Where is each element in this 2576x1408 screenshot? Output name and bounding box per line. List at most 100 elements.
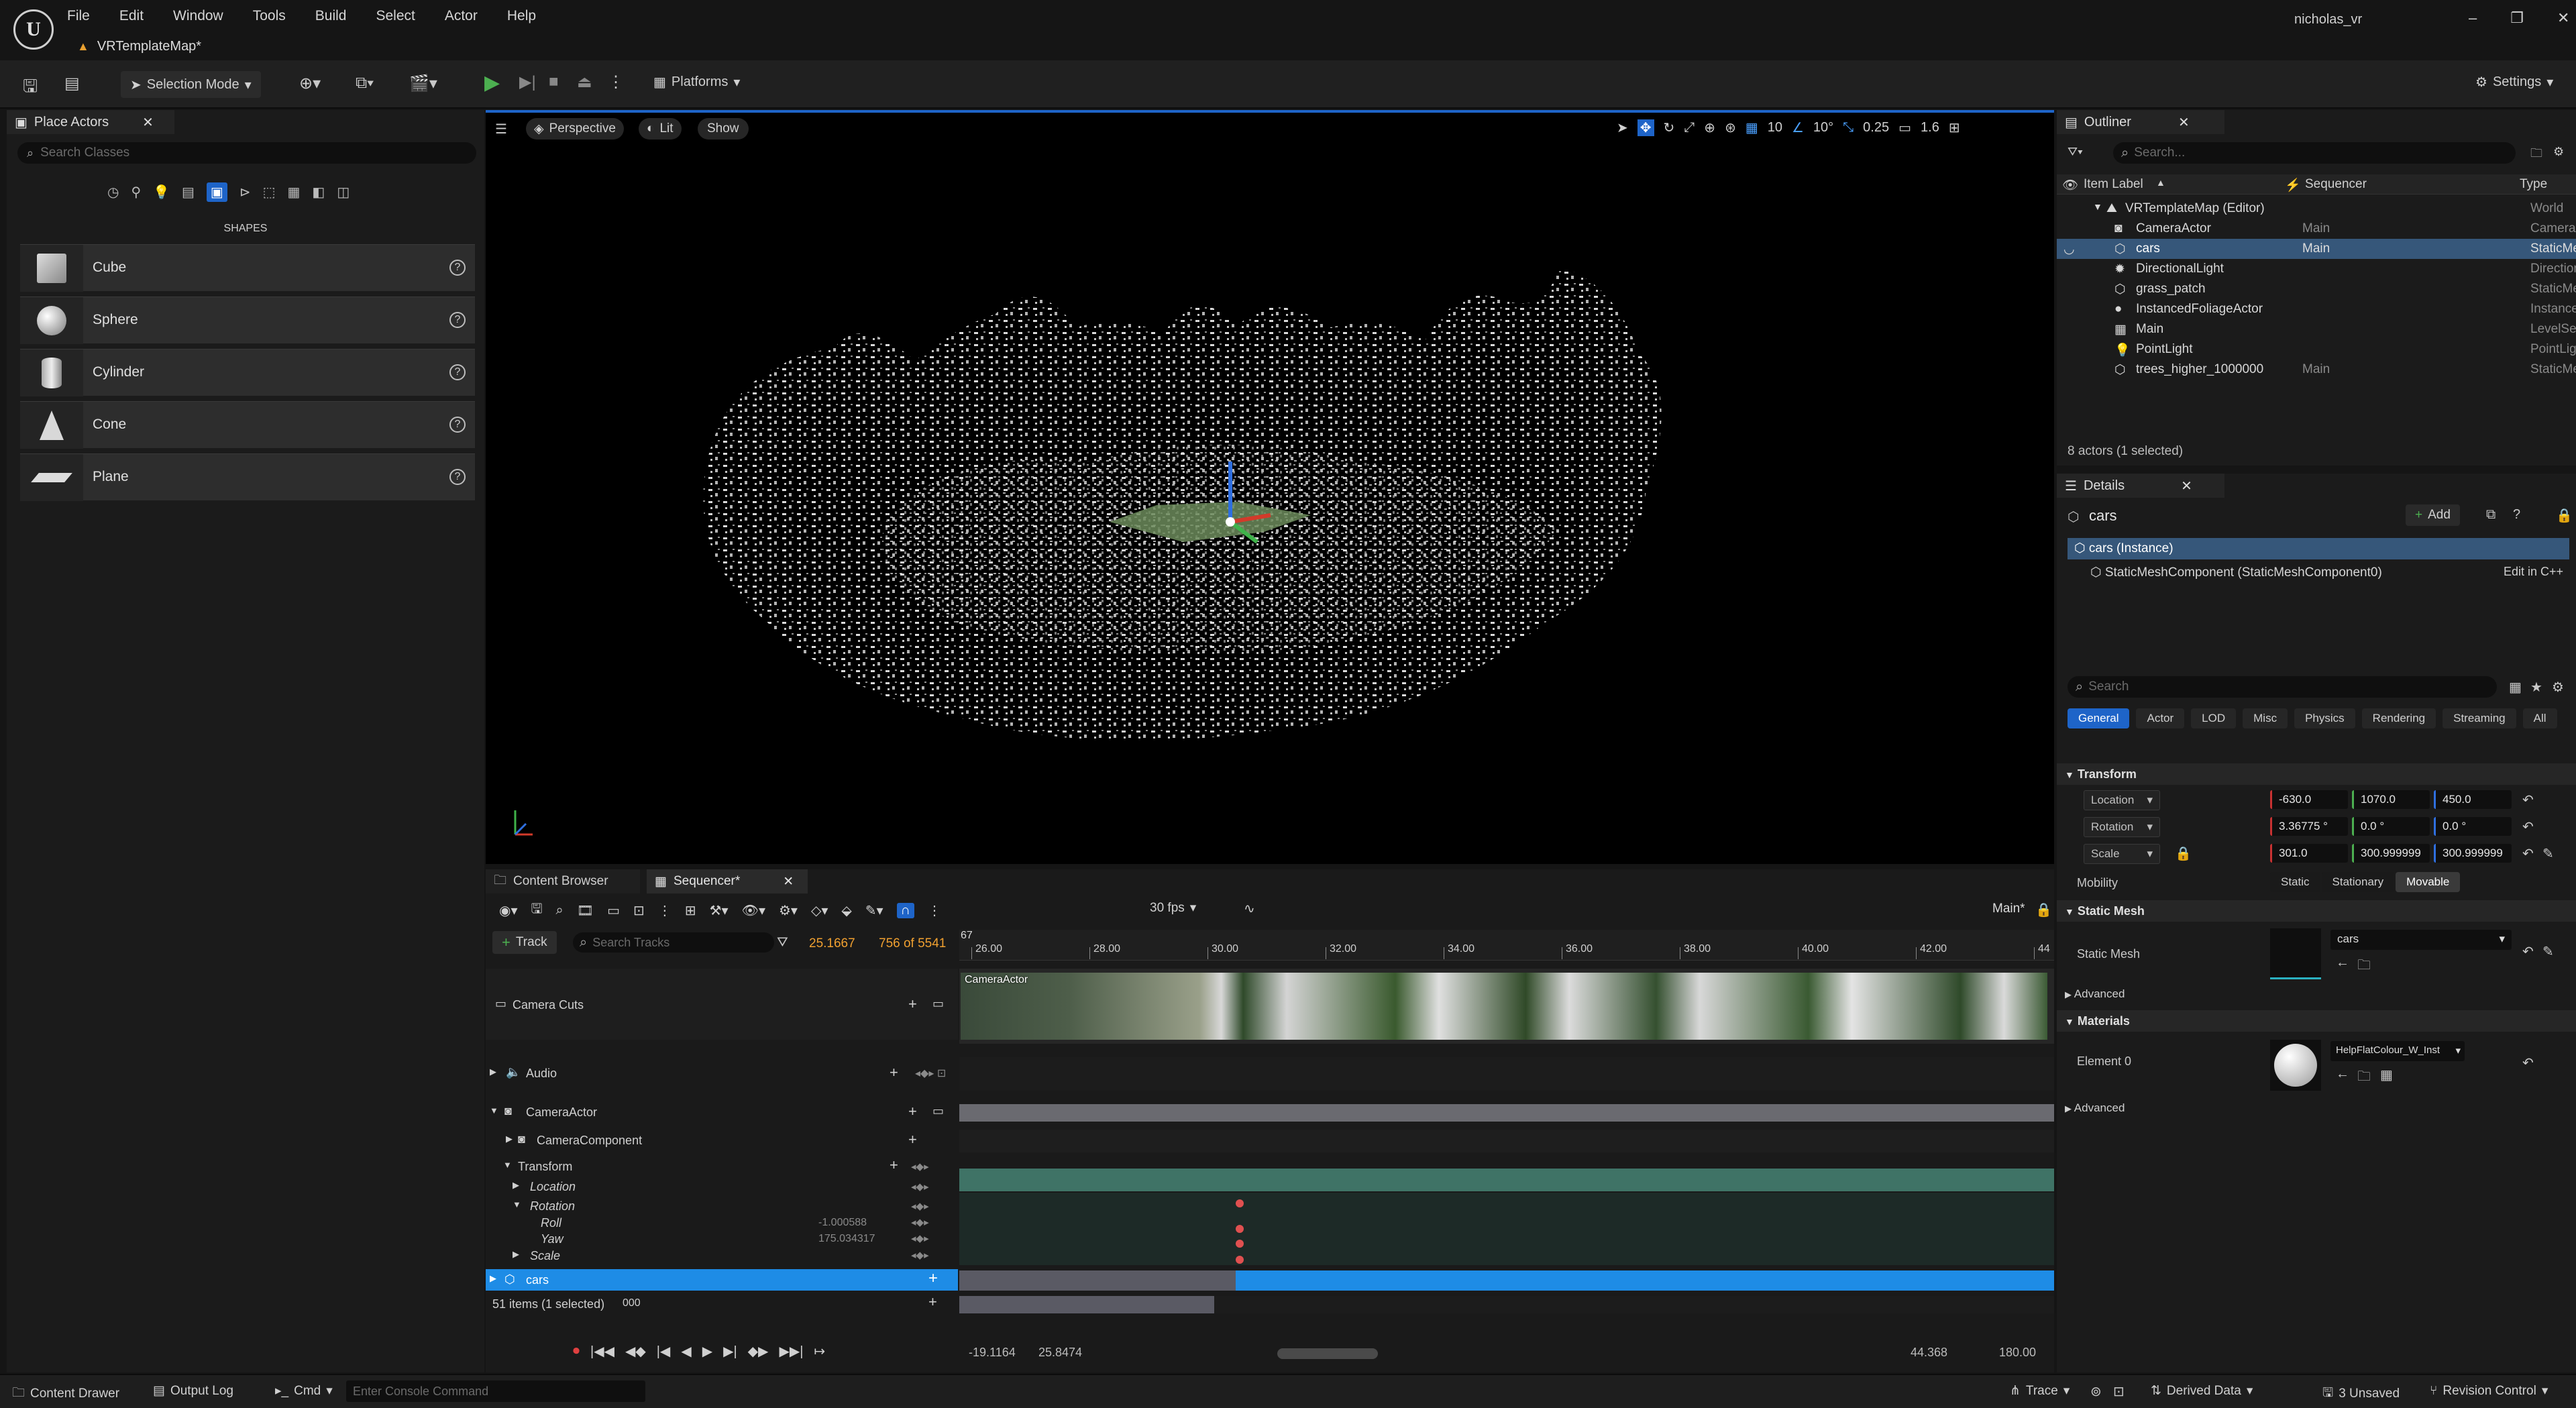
fps-dropdown[interactable]: 30 fps ▾ — [1150, 900, 1196, 916]
static-mesh-section-header[interactable]: ▼ Static Mesh — [2057, 900, 2576, 922]
timeline-scrollbar[interactable] — [1277, 1348, 1378, 1359]
place-item-cylinder[interactable]: Cylinder ? — [20, 349, 475, 396]
track-roll[interactable]: Roll -1.000588 ◂◆▸ — [486, 1214, 958, 1230]
reset-icon[interactable]: ↶ — [2522, 818, 2534, 835]
outliner-row-directionallight[interactable]: ✹ DirectionalLight DirectionalLight — [2057, 259, 2576, 279]
track-yaw[interactable]: Yaw 175.034317 ◂◆▸ — [486, 1230, 958, 1246]
help-icon[interactable]: ? — [2513, 507, 2520, 523]
texture-icon[interactable]: ▦ — [2380, 1067, 2393, 1083]
reset-icon[interactable]: ↶ — [2522, 943, 2534, 960]
outliner-row-cars[interactable]: ◡ ⬡ cars Main StaticMeshActor — [2057, 239, 2576, 259]
render-icon[interactable]: 🎞 — [577, 902, 594, 919]
trace-dropdown[interactable]: ⋔ Trace ▾ — [2010, 1383, 2070, 1399]
revision-control-button[interactable]: ⑂ Revision Control ▾ — [2430, 1383, 2548, 1399]
view-out-value[interactable]: 44.368 — [1911, 1346, 1947, 1360]
tab-rendering[interactable]: Rendering — [2361, 708, 2436, 728]
prev-key-icon[interactable]: ◀◆ — [625, 1343, 646, 1360]
eject-icon[interactable]: ⏏ — [577, 72, 592, 92]
level-viewport[interactable]: ☰ ◈ Perspective ◐ Lit Show ➤ ✥ ↻ ⤢ ⊕ ⊛ ▦… — [486, 110, 2054, 864]
selection-mode-button[interactable]: ➤ Selection Mode ▾ — [121, 71, 261, 98]
mobility-movable[interactable]: Movable — [2396, 872, 2461, 892]
place-item-cone[interactable]: Cone ? — [20, 401, 475, 449]
yaw-value[interactable]: 175.034317 — [818, 1233, 875, 1245]
outliner-row-world[interactable]: ▼ ⛰ VRTemplateMap (Editor) World — [2057, 199, 2576, 219]
content-drawer-button[interactable]: 🗀 Content Drawer — [12, 1383, 119, 1405]
tab-general[interactable]: General — [2068, 708, 2130, 728]
track-audio[interactable]: ▶ 🔈 Audio + ◂◆▸ ⊡ — [486, 1057, 958, 1091]
menu-actor[interactable]: Actor — [445, 8, 478, 24]
key-nav-icon[interactable]: ◂◆▸ — [911, 1160, 929, 1173]
add-actor-icon[interactable]: ⊕▾ — [299, 74, 321, 93]
track-cars[interactable]: ▶ ⬡ cars + — [486, 1269, 958, 1291]
view-start-value[interactable]: -19.1164 — [969, 1346, 1016, 1360]
sequencer-tab[interactable]: ▦ Sequencer* ✕ — [647, 869, 808, 893]
rotation-y-field[interactable]: 0.0 ° — [2352, 817, 2430, 836]
location-z-field[interactable]: 450.0 — [2434, 790, 2512, 809]
key-diamond-icon[interactable]: ◇▾ — [811, 902, 828, 919]
console-input[interactable]: Enter Console Command — [346, 1380, 645, 1402]
tab-actor[interactable]: Actor — [2136, 708, 2185, 728]
play-icon[interactable]: ▶ — [484, 71, 500, 95]
menu-edit[interactable]: Edit — [119, 8, 144, 24]
outliner-row-cameraactor[interactable]: ◙ CameraActor Main CameraActor — [2057, 219, 2576, 239]
help-icon[interactable]: ? — [449, 260, 466, 276]
more-options-icon[interactable]: ⋮ — [608, 72, 624, 92]
play-icon[interactable]: ▶ — [702, 1343, 712, 1360]
search-tracks-input[interactable]: ⌕ Search Tracks — [573, 932, 774, 953]
add-icon[interactable]: + — [890, 1156, 898, 1174]
shapes-icon[interactable]: ▣ — [206, 182, 227, 202]
camera-cuts-lane[interactable]: CameraActor — [959, 969, 2054, 1044]
tab-misc[interactable]: Misc — [2243, 708, 2288, 728]
close-icon[interactable]: ✕ — [142, 114, 154, 131]
key-nav-icon[interactable]: ◂◆▸ — [911, 1181, 929, 1193]
time-ruler[interactable]: 67 26.00 28.00 30.00 32.00 34.00 36.00 38.00 40… — [959, 930, 2054, 961]
camera-icon[interactable]: ▭ — [607, 902, 620, 919]
browse-icon[interactable]: 🗀 — [2357, 955, 2371, 978]
unreal-logo-icon[interactable]: U — [13, 9, 54, 50]
lock-icon[interactable]: 🔒 — [2556, 507, 2573, 524]
col-type[interactable]: Type — [2520, 177, 2547, 192]
component-instance-row[interactable]: ⬡ cars (Instance) — [2068, 538, 2569, 559]
jump-start-icon[interactable]: |◀◀ — [590, 1343, 614, 1360]
mobility-stationary[interactable]: Stationary — [2321, 872, 2395, 892]
transform-section-header[interactable]: ▼ Transform — [2057, 763, 2576, 785]
add-icon[interactable]: + — [908, 995, 917, 1013]
eye-icon[interactable]: 👁 — [2062, 177, 2078, 193]
use-selected-icon[interactable]: ← — [2336, 955, 2349, 971]
details-settings-icon[interactable]: ⚙ — [2552, 679, 2564, 696]
materials-advanced-row[interactable]: ▶ Advanced — [2065, 1101, 2125, 1115]
minimize-icon[interactable]: – — [2469, 9, 2477, 27]
location-dropdown[interactable]: Location ▾ — [2084, 790, 2160, 810]
content-icon[interactable]: ▤ — [64, 74, 80, 93]
col-sequencer[interactable]: Sequencer — [2305, 177, 2367, 192]
place-item-sphere[interactable]: Sphere ? — [20, 296, 475, 344]
outliner-row-main[interactable]: ▦ Main LevelSequenceActor — [2057, 319, 2576, 339]
view-in-value[interactable]: 25.8474 — [1038, 1346, 1082, 1360]
key-nav-icon[interactable]: ◂◆▸ — [911, 1232, 929, 1244]
tab-physics[interactable]: Physics — [2294, 708, 2355, 728]
more-icon[interactable]: ⋮ — [658, 902, 672, 919]
output-log-button[interactable]: ▤ Output Log — [153, 1383, 233, 1399]
close-window-icon[interactable]: ✕ — [2557, 9, 2569, 27]
settings-button[interactable]: ⚙ Settings ▾ — [2475, 74, 2553, 91]
tab-streaming[interactable]: Streaming — [2443, 708, 2516, 728]
all-classes-icon[interactable]: ▦ — [288, 184, 301, 201]
reverse-icon[interactable]: ◀ — [681, 1343, 691, 1360]
track-transform[interactable]: ▼ Transform + ◂◆▸ — [486, 1156, 958, 1177]
lights-icon[interactable]: 💡 — [153, 184, 170, 201]
track-cameraactor[interactable]: ▼ ◙ CameraActor + ▭ — [486, 1101, 958, 1124]
scale-y-field[interactable]: 300.999999 — [2352, 844, 2430, 863]
outliner-row-trees[interactable]: ⬡ trees_higher_1000000 Main StaticMeshAc… — [2057, 360, 2576, 380]
content-browser-tab[interactable]: 🗀 Content Browser — [486, 869, 640, 893]
roll-value[interactable]: -1.000588 — [818, 1217, 867, 1229]
track-scale[interactable]: ▶ Scale ◂◆▸ — [486, 1246, 958, 1264]
key-nav-icon[interactable]: ◂◆▸ — [911, 1249, 929, 1261]
outliner-settings-icon[interactable]: ⚙ — [2553, 145, 2564, 159]
eyedropper-icon[interactable]: ✎ — [2542, 943, 2554, 960]
platforms-button[interactable]: ▦ Platforms ▾ — [653, 74, 740, 91]
broadcast-icon[interactable]: ⊚ — [2090, 1383, 2102, 1400]
rotation-z-field[interactable]: 0.0 ° — [2434, 817, 2512, 836]
key-nav-icon[interactable]: ◂◆▸ ⊡ — [915, 1067, 946, 1080]
reset-icon[interactable]: ↶ — [2522, 792, 2534, 808]
help-icon[interactable]: ? — [449, 417, 466, 433]
